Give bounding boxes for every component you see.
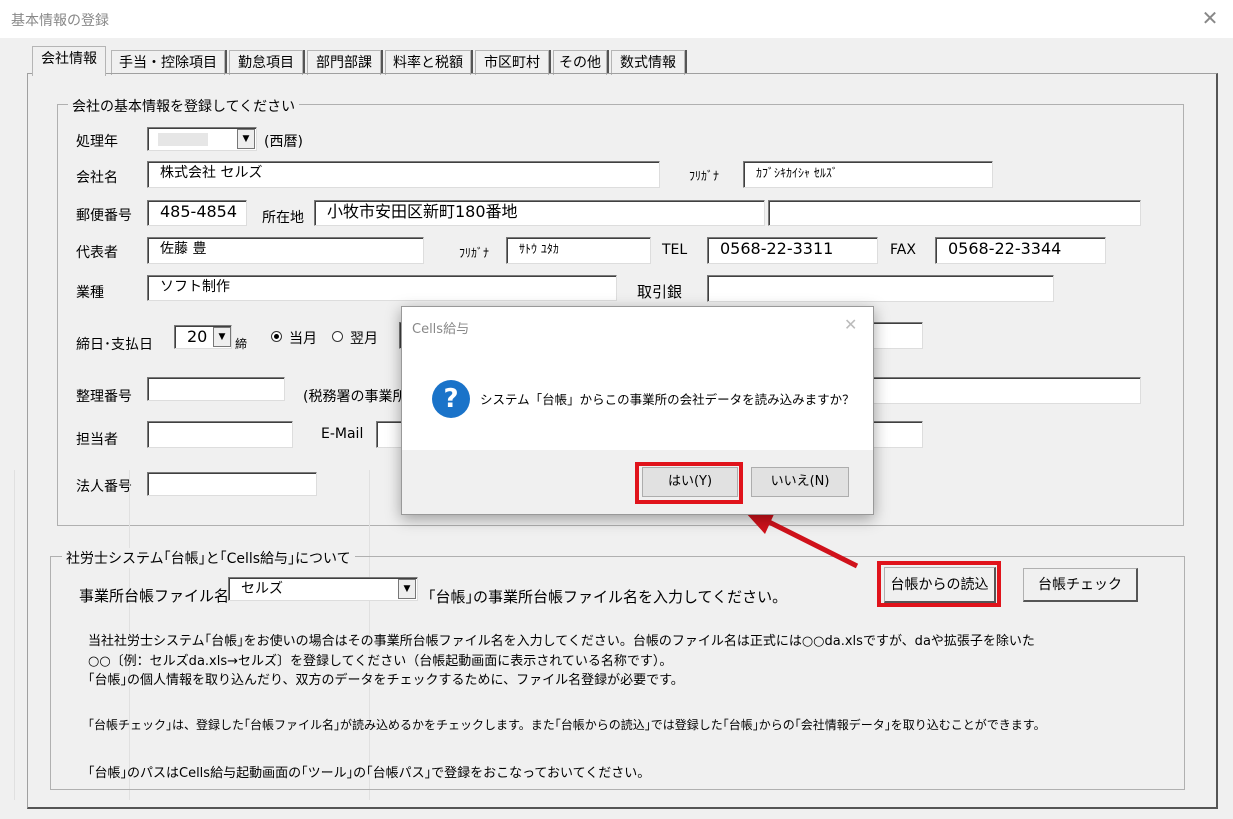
company-group-title: 会社の基本情報を登録してください bbox=[68, 96, 300, 116]
ledger-dropdown-icon[interactable]: ▼ bbox=[398, 579, 416, 599]
industry-label: 業種 bbox=[76, 285, 104, 301]
question-icon: ? bbox=[432, 380, 470, 418]
tab-municipalities[interactable]: 市区町村 bbox=[475, 50, 549, 75]
tel-label: TEL bbox=[662, 242, 688, 258]
tab-separator bbox=[549, 50, 551, 74]
tanto-label: 担当者 bbox=[76, 432, 118, 448]
representative-input[interactable]: 佐藤 豊 bbox=[147, 237, 424, 264]
email-label: E-Mail bbox=[321, 426, 364, 442]
fax-label: FAX bbox=[890, 242, 916, 258]
radio-next-label: 翌月 bbox=[350, 331, 378, 347]
company-name-label: 会社名 bbox=[76, 170, 118, 186]
ledger-file-hint: ｢台帳｣の事業所台帳ファイル名を入力してください。 bbox=[428, 588, 788, 606]
tab-attendance[interactable]: 勤怠項目 bbox=[229, 50, 303, 75]
tab-separator bbox=[607, 50, 609, 74]
corp-number-input[interactable] bbox=[147, 472, 317, 496]
tab-allowance-deduction[interactable]: 手当・控除項目 bbox=[111, 50, 225, 75]
info-text-line: ｢台帳チェック｣は、登録した｢台帳ファイル名｣が読み込めるかをチェックします。ま… bbox=[88, 718, 1046, 732]
radio-current-month[interactable] bbox=[271, 331, 282, 342]
close-icon[interactable]: ✕ bbox=[1200, 7, 1220, 29]
rep-furigana-label: ﾌﾘｶﾞﾅ bbox=[459, 246, 490, 260]
corp-number-label: 法人番号 bbox=[76, 479, 132, 495]
highlight-read-button bbox=[877, 561, 1001, 607]
highlight-yes-button bbox=[635, 462, 743, 504]
address-label: 所在地 bbox=[262, 210, 304, 226]
closing-dropdown-icon[interactable]: ▼ bbox=[213, 327, 231, 347]
year-value-mask bbox=[158, 133, 208, 146]
info-text-line: ｢台帳｣の個人情報を取り込んだり、双方のデータをチェックするために、ファイル名登… bbox=[88, 673, 684, 688]
representative-label: 代表者 bbox=[76, 245, 118, 261]
info-text-line: ○○〔例：セルズda.xls→セルズ〕を登録してください（台帳起動画面に表示され… bbox=[88, 654, 673, 669]
ledger-file-label: 事業所台帳ファイル名 bbox=[79, 587, 230, 605]
bank-label: 取引銀 bbox=[637, 283, 683, 301]
tab-rates-taxes[interactable]: 料率と税額 bbox=[385, 50, 471, 75]
dialog-close-icon[interactable]: ✕ bbox=[844, 315, 857, 334]
ledger-file-select[interactable]: セルズ bbox=[228, 577, 418, 601]
postal-label: 郵便番号 bbox=[76, 208, 132, 224]
guide-line bbox=[14, 470, 15, 800]
sharoushi-group-title: 社労士システム｢台帳｣と｢Cells給与｣について bbox=[62, 548, 355, 568]
seiri-note: (税務署の事業所 bbox=[303, 389, 407, 405]
seiri-input[interactable] bbox=[147, 377, 285, 401]
confirm-dialog: Cells給与 ✕ ? システム「台帳」からこの事業所の会社データを読み込みます… bbox=[401, 306, 874, 515]
tab-separator bbox=[471, 50, 473, 74]
bank-input[interactable] bbox=[707, 275, 1054, 302]
tab-separator bbox=[303, 50, 305, 74]
email-extra-input[interactable] bbox=[868, 421, 923, 448]
tab-separator bbox=[381, 50, 383, 74]
postal-input[interactable]: 485-4854 bbox=[147, 200, 247, 226]
info-text-line: 当社社労士システム｢台帳｣をお使いの場合はその事業所台帳ファイル名を入力してくだ… bbox=[88, 634, 1035, 649]
dialog-title: Cells給与 bbox=[412, 322, 470, 337]
tab-formula-info[interactable]: 数式情報 bbox=[611, 50, 685, 75]
arrow-shaft bbox=[763, 517, 859, 569]
company-furigana-label: ﾌﾘｶﾞﾅ bbox=[689, 169, 720, 183]
tab-company-info[interactable]: 会社情報 bbox=[32, 46, 106, 76]
dialog-message: システム「台帳」からこの事業所の会社データを読み込みますか？ bbox=[480, 392, 855, 407]
fax-input[interactable]: 0568-22-3344 bbox=[935, 237, 1106, 264]
radio-next-month[interactable] bbox=[332, 331, 343, 342]
tab-separator bbox=[225, 50, 227, 74]
tab-departments[interactable]: 部門部課 bbox=[307, 50, 381, 75]
title-bar: 基本情報の登録 ✕ bbox=[0, 0, 1233, 38]
seiri-label: 整理番号 bbox=[76, 389, 132, 405]
tab-separator bbox=[685, 50, 687, 74]
ledger-check-button[interactable]: 台帳チェック bbox=[1023, 568, 1138, 602]
address2-input[interactable] bbox=[768, 200, 1141, 226]
closing-extra-input[interactable] bbox=[868, 322, 923, 349]
rep-kana-input[interactable]: ｻﾄｳ ﾕﾀｶ bbox=[506, 237, 651, 264]
industry-input[interactable]: ソフト制作 bbox=[147, 275, 617, 301]
tax-office-input[interactable] bbox=[868, 377, 1141, 404]
tanto-input[interactable] bbox=[147, 421, 293, 448]
closing-label: 締日･支払日 bbox=[76, 337, 153, 353]
address-input[interactable]: 小牧市安田区新町180番地 bbox=[314, 200, 765, 226]
window-title: 基本情報の登録 bbox=[11, 13, 109, 29]
year-dropdown-icon[interactable]: ▼ bbox=[237, 129, 255, 149]
tel-input[interactable]: 0568-22-3311 bbox=[707, 237, 878, 264]
year-label: 処理年 bbox=[76, 134, 118, 150]
info-text-line: ｢台帳｣のパスはCells給与起動画面の｢ツール｣の｢台帳パス｣で登録をおこなっ… bbox=[88, 766, 651, 781]
year-note: (西暦) bbox=[264, 134, 303, 150]
base-info-window: 基本情報の登録 ✕ 会社情報 手当・控除項目 勤怠項目 部門部課 料率と税額 市… bbox=[0, 0, 1233, 819]
radio-current-label: 当月 bbox=[289, 331, 317, 347]
closing-suffix: 締 bbox=[235, 337, 248, 351]
tab-other[interactable]: その他 bbox=[553, 50, 607, 75]
company-name-input[interactable]: 株式会社 セルズ bbox=[147, 161, 660, 188]
no-button[interactable]: いいえ(N) bbox=[751, 467, 849, 497]
company-kana-input[interactable]: ｶﾌﾞｼｷｶｲｼｬ ｾﾙｽﾞ bbox=[743, 161, 993, 188]
